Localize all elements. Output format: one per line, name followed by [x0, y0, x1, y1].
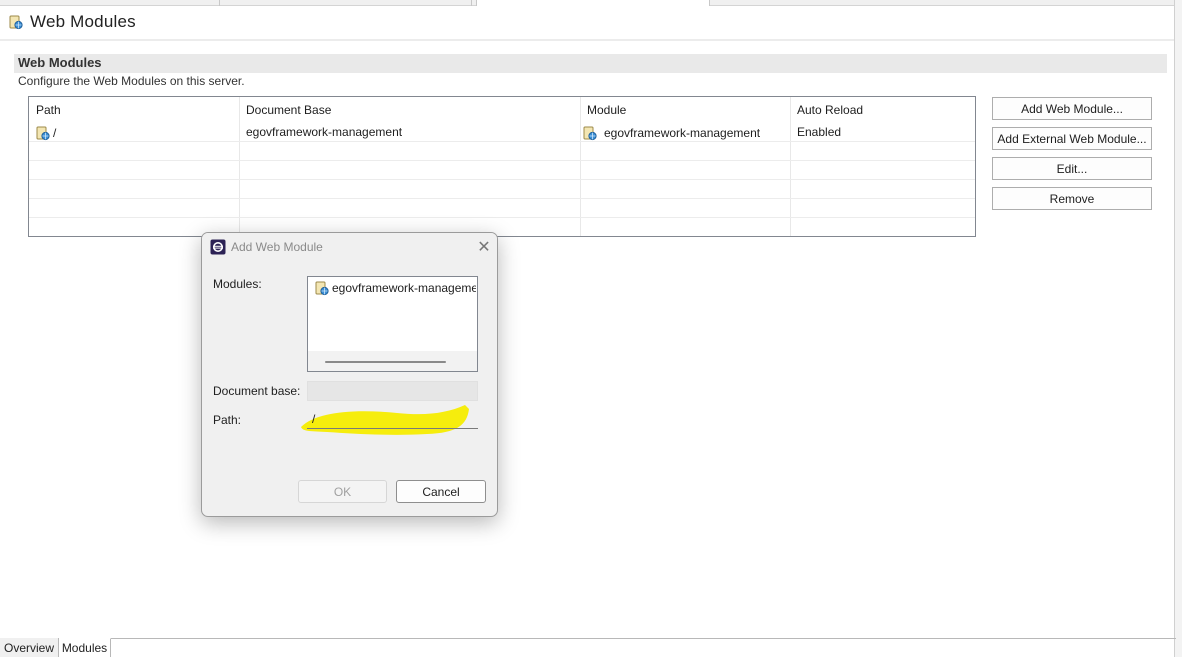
header-divider	[0, 39, 1174, 41]
row-module-name: egovframework-management	[604, 126, 761, 140]
column-divider	[580, 97, 581, 236]
row-path: /	[53, 126, 57, 140]
dialog-titlebar[interactable]: Add Web Module ✕	[202, 233, 497, 261]
close-icon[interactable]: ✕	[474, 237, 494, 257]
remove-button[interactable]: Remove	[992, 187, 1152, 210]
scrollbar-thumb[interactable]	[325, 361, 446, 363]
editor-tab[interactable]	[0, 0, 220, 6]
editor-tab-strip	[0, 0, 1176, 6]
row-divider	[29, 217, 975, 218]
column-header-module[interactable]: Module	[587, 103, 626, 117]
add-web-module-dialog: Add Web Module ✕ Modules: egovframework-…	[201, 232, 498, 517]
web-module-icon	[8, 14, 24, 30]
row-auto-reload: Enabled	[797, 125, 842, 139]
column-divider	[790, 97, 791, 236]
server-editor: Web Modules Web Modules Configure the We…	[0, 0, 1182, 657]
list-item-label: egovframework-management	[332, 281, 476, 295]
cancel-button[interactable]: Cancel	[396, 480, 486, 503]
column-divider	[239, 97, 240, 236]
document-base-label: Document base:	[213, 384, 301, 398]
editor-tab[interactable]	[220, 0, 472, 6]
section-title: Web Modules	[18, 55, 102, 70]
web-module-icon	[314, 280, 330, 296]
dialog-title: Add Web Module	[231, 240, 323, 254]
row-divider	[29, 160, 975, 161]
add-web-module-button[interactable]: Add Web Module...	[992, 97, 1152, 120]
modules-list[interactable]: egovframework-management	[307, 276, 478, 372]
web-module-icon	[35, 125, 51, 141]
horizontal-scrollbar[interactable]	[308, 351, 477, 371]
page-title: Web Modules	[30, 12, 136, 31]
column-header-document-base[interactable]: Document Base	[246, 103, 331, 117]
editor-tab-active[interactable]	[476, 0, 710, 6]
document-base-field[interactable]	[307, 381, 478, 401]
row-document-base: egovframework-management	[246, 125, 403, 139]
column-header-path[interactable]: Path	[36, 103, 61, 117]
row-divider	[29, 179, 975, 180]
column-header-auto-reload[interactable]: Auto Reload	[797, 103, 863, 117]
tab-modules[interactable]: Modules	[59, 638, 111, 657]
path-field[interactable]	[307, 409, 478, 429]
ok-button[interactable]: OK	[298, 480, 387, 503]
vertical-scrollbar[interactable]	[1174, 0, 1182, 657]
edit-button[interactable]: Edit...	[992, 157, 1152, 180]
list-item[interactable]: egovframework-management	[314, 280, 476, 296]
table-row[interactable]: /	[35, 125, 56, 141]
web-modules-table[interactable]: Path Document Base Module Auto Reload / …	[28, 96, 976, 237]
add-external-web-module-button[interactable]: Add External Web Module...	[992, 127, 1152, 150]
tab-overview[interactable]: Overview	[0, 638, 59, 657]
row-divider	[29, 141, 975, 142]
editor-header: Web Modules	[8, 12, 136, 32]
path-label: Path:	[213, 413, 242, 427]
bottom-tab-divider	[0, 638, 1176, 639]
row-module: egovframework-management	[582, 125, 760, 141]
web-module-icon	[582, 125, 598, 141]
row-divider	[29, 198, 975, 199]
modules-label: Modules:	[213, 277, 262, 291]
section-description: Configure the Web Modules on this server…	[18, 74, 245, 88]
eclipse-icon	[210, 239, 226, 255]
section-header: Web Modules	[14, 54, 1167, 73]
